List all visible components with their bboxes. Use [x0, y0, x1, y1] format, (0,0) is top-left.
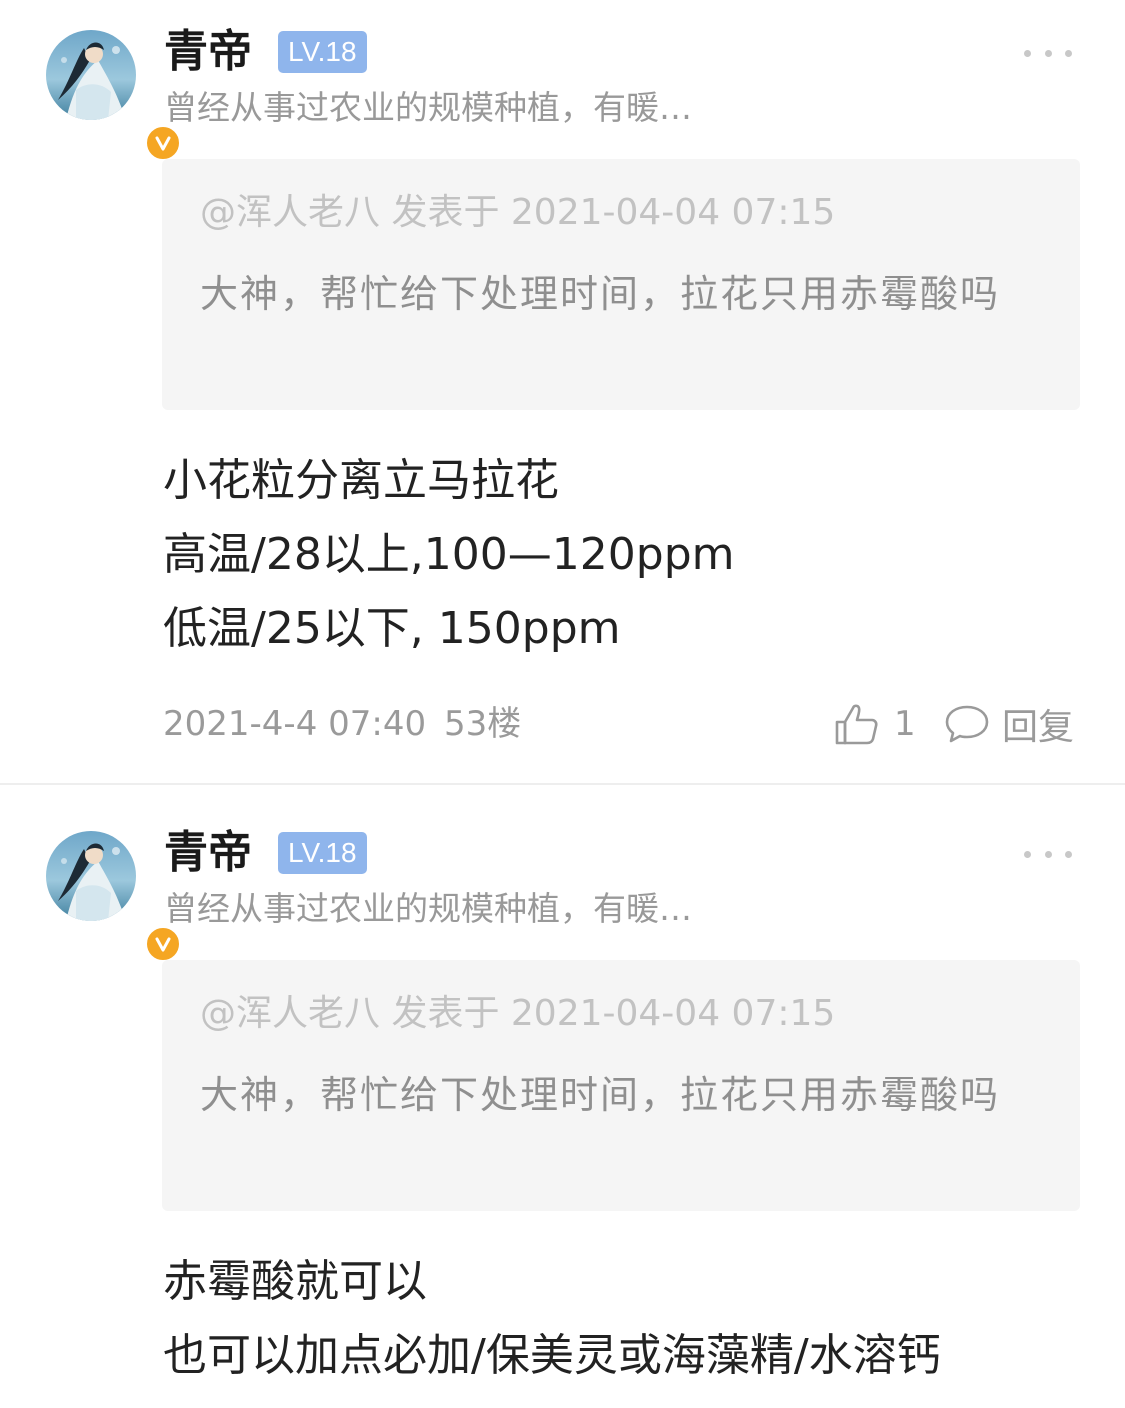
user-bio: 曾经从事过农业的规模种植，有暖… — [164, 88, 692, 127]
reply-label: 回复 — [1002, 707, 1075, 748]
content-line: 小花粒分离立马拉花 — [163, 455, 559, 506]
post-divider — [0, 783, 1125, 785]
quote-text: 大神，帮忙给下处理时间，拉花只用赤霉酸吗 — [200, 272, 1001, 316]
floor-number: 53楼 — [444, 704, 522, 744]
quote-text: 大神，帮忙给下处理时间，拉花只用赤霉酸吗 — [200, 1073, 1001, 1117]
level-badge: LV.18 — [278, 832, 367, 874]
username[interactable]: 青帝 — [164, 24, 252, 80]
content-line: 也可以加点必加/保美灵或海藻精/水溶钙 — [163, 1330, 941, 1381]
quote-meta: @浑人老八 发表于 2021-04-04 07:15 — [200, 993, 836, 1034]
more-options-icon[interactable] — [1024, 38, 1072, 68]
reply-post: 青帝 LV.18 曾经从事过农业的规模种植，有暖… @浑人老八 发表于 2021… — [0, 0, 1125, 785]
more-options-icon[interactable] — [1024, 839, 1072, 869]
content-line: 赤霉酸就可以 — [163, 1256, 427, 1307]
user-bio: 曾经从事过农业的规模种植，有暖… — [164, 889, 692, 928]
thumbs-up-icon — [835, 704, 878, 745]
content-line: 低温/25以下, 150ppm — [163, 603, 621, 654]
quote-meta: @浑人老八 发表于 2021-04-04 07:15 — [200, 192, 836, 233]
post-content: 小花粒分离立马拉花 高温/28以上,100—120ppm 低温/25以下, 15… — [163, 444, 1103, 666]
post-content: 赤霉酸就可以 也可以加点必加/保美灵或海藻精/水溶钙 — [163, 1245, 1103, 1393]
avatar-image — [46, 30, 136, 120]
post-time: 2021-4-4 07:40 — [163, 704, 427, 744]
reply-post: 青帝 LV.18 曾经从事过农业的规模种植，有暖… @浑人老八 发表于 2021… — [0, 801, 1125, 1408]
username[interactable]: 青帝 — [164, 825, 252, 881]
quoted-comment[interactable]: @浑人老八 发表于 2021-04-04 07:15 大神，帮忙给下处理时间，拉… — [162, 159, 1080, 410]
quoted-comment[interactable]: @浑人老八 发表于 2021-04-04 07:15 大神，帮忙给下处理时间，拉… — [162, 960, 1080, 1211]
avatar[interactable] — [46, 30, 182, 162]
post-footer: 2021-4-4 07:40 53楼 1 回复 — [0, 696, 1125, 752]
level-badge: LV.18 — [278, 31, 367, 73]
comment-bubble-icon — [945, 705, 989, 743]
avatar[interactable] — [46, 831, 182, 963]
like-count: 1 — [894, 704, 916, 744]
content-line: 高温/28以上,100—120ppm — [163, 529, 735, 580]
reply-button[interactable]: 回复 — [944, 698, 1074, 750]
avatar-image — [46, 831, 136, 921]
like-button[interactable]: 1 — [834, 698, 916, 750]
